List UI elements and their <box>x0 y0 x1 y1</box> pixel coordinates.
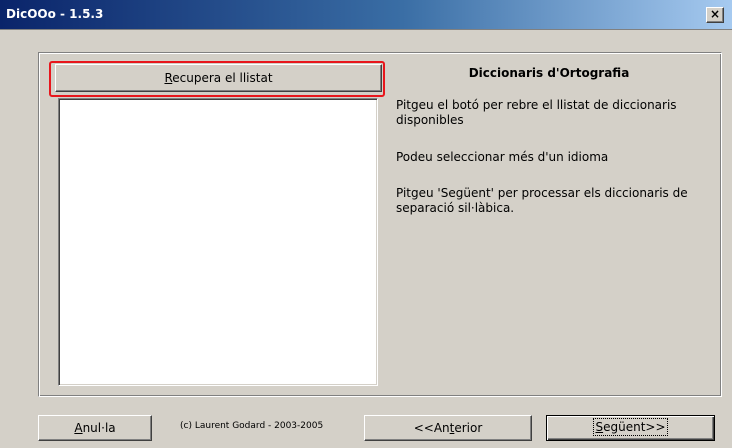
next-focus-ring: Següent>> <box>593 418 668 436</box>
copyright-text: (c) Laurent Godard - 2003-2005 <box>180 421 324 431</box>
close-button[interactable]: × <box>706 7 724 23</box>
dialog-window: DicOOo - 1.5.3 × Recupera el llistat Dic… <box>0 0 732 448</box>
panel-heading: Diccionaris d'Ortografia <box>468 66 630 80</box>
close-icon: × <box>709 7 721 21</box>
retrieve-list-label: ecupera el llistat <box>172 71 273 85</box>
previous-label-start: <<An <box>413 421 450 435</box>
next-label: egüent>> <box>603 420 666 434</box>
cancel-accel: A <box>74 421 83 435</box>
window-title: DicOOo - 1.5.3 <box>6 7 104 21</box>
instruction-text-2: Podeu seleccionar més d'un idioma <box>396 150 609 164</box>
retrieve-list-button[interactable]: Recupera el llistat <box>55 64 382 92</box>
title-bar: DicOOo - 1.5.3 × <box>0 0 732 30</box>
instruction-text-3: Pitgeu 'Següent' per processar els dicci… <box>396 186 688 215</box>
cancel-label: nul·la <box>82 421 116 435</box>
next-accel: S <box>595 420 604 434</box>
dictionary-listbox[interactable] <box>58 98 378 386</box>
previous-label-end: erior <box>454 421 483 435</box>
next-button[interactable]: Següent>> <box>546 415 715 441</box>
previous-button[interactable]: <<Anterior <box>364 415 532 441</box>
cancel-button[interactable]: Anul·la <box>38 415 152 441</box>
instruction-text-1: Pitgeu el botó per rebre el llistat de d… <box>396 98 677 127</box>
